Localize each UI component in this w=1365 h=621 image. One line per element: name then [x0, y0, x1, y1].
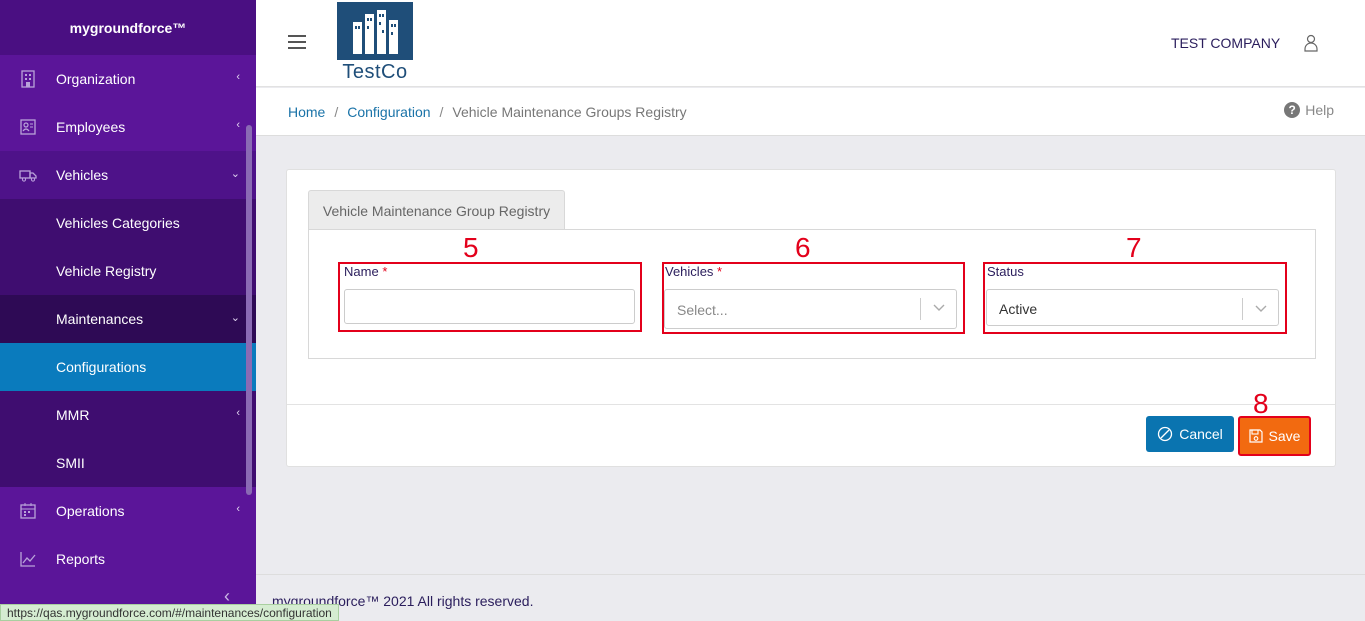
chevron-down-icon[interactable]: [1254, 301, 1268, 315]
building-logo-icon: [337, 2, 413, 60]
sidebar-item-reports[interactable]: Reports: [0, 535, 256, 583]
name-input[interactable]: [344, 289, 635, 324]
sidebar-item-vehicles[interactable]: Vehicles ⌄: [0, 151, 256, 199]
top-header: TestCo TEST COMPANY: [256, 0, 1365, 87]
help-label: Help: [1305, 102, 1334, 118]
sidebar-item-label: MMR: [56, 407, 90, 423]
sidebar-brand: mygroundforce™: [0, 0, 256, 55]
sidebar-item-smii[interactable]: SMII: [0, 439, 256, 487]
vehicles-select[interactable]: Select...: [664, 289, 957, 329]
sidebar-item-mmr[interactable]: MMR ‹: [0, 391, 256, 439]
chevron-left-icon: ‹: [236, 71, 240, 83]
status-bar-url: https://qas.mygroundforce.com/#/maintena…: [0, 604, 339, 621]
hamburger-menu-icon[interactable]: [288, 35, 306, 53]
sidebar-item-label: Vehicle Registry: [56, 263, 157, 279]
sidebar-item-label: Maintenances: [56, 311, 144, 327]
cancel-button[interactable]: Cancel: [1146, 416, 1234, 452]
save-label: Save: [1268, 428, 1301, 444]
user-icon[interactable]: [1303, 34, 1319, 52]
chevron-left-icon: ‹: [236, 503, 240, 515]
help-link[interactable]: ? Help: [1284, 102, 1334, 118]
name-label: Name *: [344, 264, 388, 279]
form-card: Vehicle Maintenance Group Registry 5 Nam…: [286, 169, 1336, 467]
building-icon: [21, 70, 35, 88]
vehicles-label: Vehicles *: [665, 264, 723, 279]
save-button[interactable]: Save: [1238, 416, 1311, 456]
status-label: Status: [987, 264, 1024, 279]
chart-line-icon: [20, 552, 36, 567]
breadcrumb: Home / Configuration / Vehicle Maintenan…: [256, 88, 1365, 136]
annotation-number: 5: [463, 232, 479, 263]
chevron-down-icon: ⌄: [230, 312, 240, 324]
chevron-left-icon: ‹: [236, 119, 240, 131]
sidebar-item-organization[interactable]: Organization ‹: [0, 55, 256, 103]
tab-vehicle-maintenance-group-registry[interactable]: Vehicle Maintenance Group Registry: [308, 190, 565, 230]
vehicles-placeholder: Select...: [677, 302, 728, 318]
truck-icon: [19, 170, 37, 182]
sidebar-item-label: Configurations: [56, 359, 147, 375]
breadcrumb-home[interactable]: Home: [288, 104, 325, 120]
sidebar: mygroundforce™ Organization ‹ Employees …: [0, 0, 256, 621]
sidebar-item-label: SMII: [56, 455, 85, 471]
sidebar-item-label: Reports: [56, 551, 106, 567]
page-footer: mygroundforce™ 2021 All rights reserved.: [256, 574, 1365, 621]
status-value: Active: [999, 301, 1038, 317]
breadcrumb-current: Vehicle Maintenance Groups Registry: [452, 103, 687, 120]
id-card-icon: [20, 119, 36, 135]
floppy-disk-icon: [1248, 429, 1263, 443]
breadcrumb-configuration[interactable]: Configuration: [347, 104, 430, 120]
sidebar-scrollbar[interactable]: [246, 125, 252, 495]
chevron-left-icon: ‹: [236, 407, 240, 419]
sidebar-item-label: Organization: [56, 71, 136, 87]
sidebar-item-configurations[interactable]: Configurations: [0, 343, 256, 391]
chevron-down-icon[interactable]: [932, 300, 946, 314]
sidebar-item-label: Employees: [56, 119, 126, 135]
breadcrumb-separator: /: [334, 103, 339, 120]
company-logo: TestCo: [337, 2, 413, 86]
annotation-number: 7: [1126, 232, 1142, 263]
chevron-down-icon: ⌄: [230, 168, 240, 180]
card-footer-divider: [287, 404, 1335, 405]
breadcrumb-separator: /: [439, 103, 444, 120]
sidebar-item-label: Vehicles Categories: [56, 215, 180, 231]
ban-icon: [1158, 426, 1173, 442]
annotation-number: 6: [795, 232, 811, 263]
company-name[interactable]: TEST COMPANY: [1171, 35, 1280, 51]
sidebar-item-vehicle-registry[interactable]: Vehicle Registry: [0, 247, 256, 295]
sidebar-item-employees[interactable]: Employees ‹: [0, 103, 256, 151]
logo-text: TestCo: [342, 61, 408, 83]
calendar-icon: [20, 503, 36, 519]
sidebar-item-operations[interactable]: Operations ‹: [0, 487, 256, 535]
question-circle-icon: ?: [1284, 102, 1301, 118]
sidebar-item-label: Operations: [56, 503, 125, 519]
select-divider: [1242, 298, 1243, 320]
select-divider: [920, 298, 921, 320]
sidebar-item-label: Vehicles: [56, 167, 109, 183]
cancel-label: Cancel: [1179, 426, 1223, 442]
sidebar-item-maintenances[interactable]: Maintenances ⌄: [0, 295, 256, 343]
status-select[interactable]: Active: [986, 289, 1279, 326]
sidebar-item-vehicles-categories[interactable]: Vehicles Categories: [0, 199, 256, 247]
